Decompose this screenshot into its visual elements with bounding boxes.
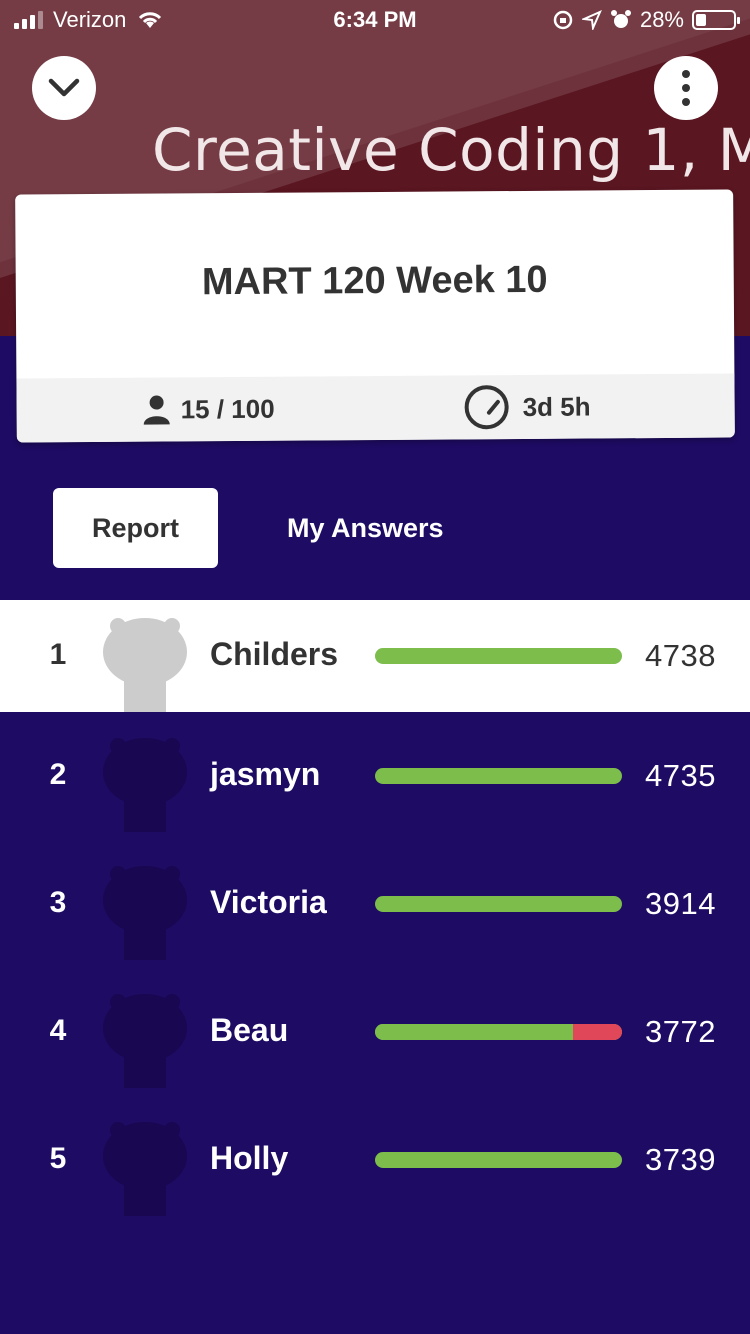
leaderboard-row[interactable]: 4 Beau 3772 <box>0 968 750 1096</box>
player-rank: 2 <box>49 758 67 791</box>
score-bar-correct <box>375 768 622 784</box>
class-title: Creative Coding 1, MAR <box>152 116 750 184</box>
player-name: Holly <box>210 1140 289 1176</box>
status-bar: Verizon 6:34 PM 28% <box>0 0 750 40</box>
collapse-button[interactable] <box>32 56 96 120</box>
player-rank: 5 <box>49 1142 67 1175</box>
player-name: Victoria <box>210 884 327 920</box>
players-count: 15 / 100 <box>142 377 275 442</box>
score-bar-correct <box>375 648 622 664</box>
player-rank: 4 <box>49 1014 67 1047</box>
more-options-button[interactable] <box>654 56 718 120</box>
more-vertical-icon <box>682 70 690 106</box>
score-bar-correct <box>375 1024 573 1040</box>
player-name: Beau <box>210 1012 289 1048</box>
score-bar <box>375 1152 622 1168</box>
avatar-icon <box>103 994 187 1088</box>
quiz-title: MART 120 Week 10 <box>201 258 548 304</box>
avatar-icon <box>103 866 187 960</box>
player-name: jasmyn <box>210 756 321 792</box>
leaderboard: 1 Childers 4738 2 jasmyn 4735 3 Victoria 3914 4 Be… <box>0 600 750 1224</box>
score-bar-incorrect <box>572 1024 622 1040</box>
score-bar <box>375 648 622 664</box>
player-score: 4738 <box>645 638 716 673</box>
score-bar <box>375 896 622 912</box>
avatar-icon <box>103 618 187 712</box>
score-bar <box>375 1024 622 1040</box>
quiz-card: MART 120 Week 10 15 / 100 3d 5h <box>15 189 735 443</box>
rotation-lock-icon <box>553 10 573 30</box>
chevron-down-icon <box>48 78 80 97</box>
leaderboard-row[interactable]: 2 jasmyn 4735 <box>0 712 750 840</box>
player-score: 3739 <box>645 1142 716 1177</box>
player-rank: 1 <box>49 638 67 671</box>
score-bar-correct <box>375 896 622 912</box>
timer-icon <box>464 385 509 430</box>
player-name: Childers <box>210 636 339 672</box>
score-bar-correct <box>375 1152 622 1168</box>
player-rank: 3 <box>49 886 67 919</box>
time-remaining: 3d 5h <box>464 374 591 439</box>
time-label: 3d 5h <box>522 390 591 422</box>
player-score: 3772 <box>645 1014 716 1049</box>
leaderboard-row[interactable]: 3 Victoria 3914 <box>0 840 750 968</box>
tab-my-answers[interactable]: My Answers <box>287 488 444 568</box>
alarm-icon <box>610 10 631 28</box>
battery-percent: 28% <box>639 7 684 32</box>
avatar-icon <box>103 1122 187 1216</box>
leaderboard-row[interactable]: 5 Holly 3739 <box>0 1096 750 1224</box>
leaderboard-row[interactable]: 1 Childers 4738 <box>0 600 750 712</box>
location-icon <box>581 10 602 30</box>
battery-icon <box>692 10 740 30</box>
tab-report[interactable]: Report <box>53 488 218 568</box>
avatar-icon <box>103 738 187 832</box>
score-bar <box>375 768 622 784</box>
quiz-meta: 15 / 100 3d 5h <box>16 373 735 443</box>
player-score: 4735 <box>645 758 716 793</box>
person-icon <box>143 395 170 425</box>
player-score: 3914 <box>645 886 716 921</box>
players-label: 15 / 100 <box>180 393 275 424</box>
